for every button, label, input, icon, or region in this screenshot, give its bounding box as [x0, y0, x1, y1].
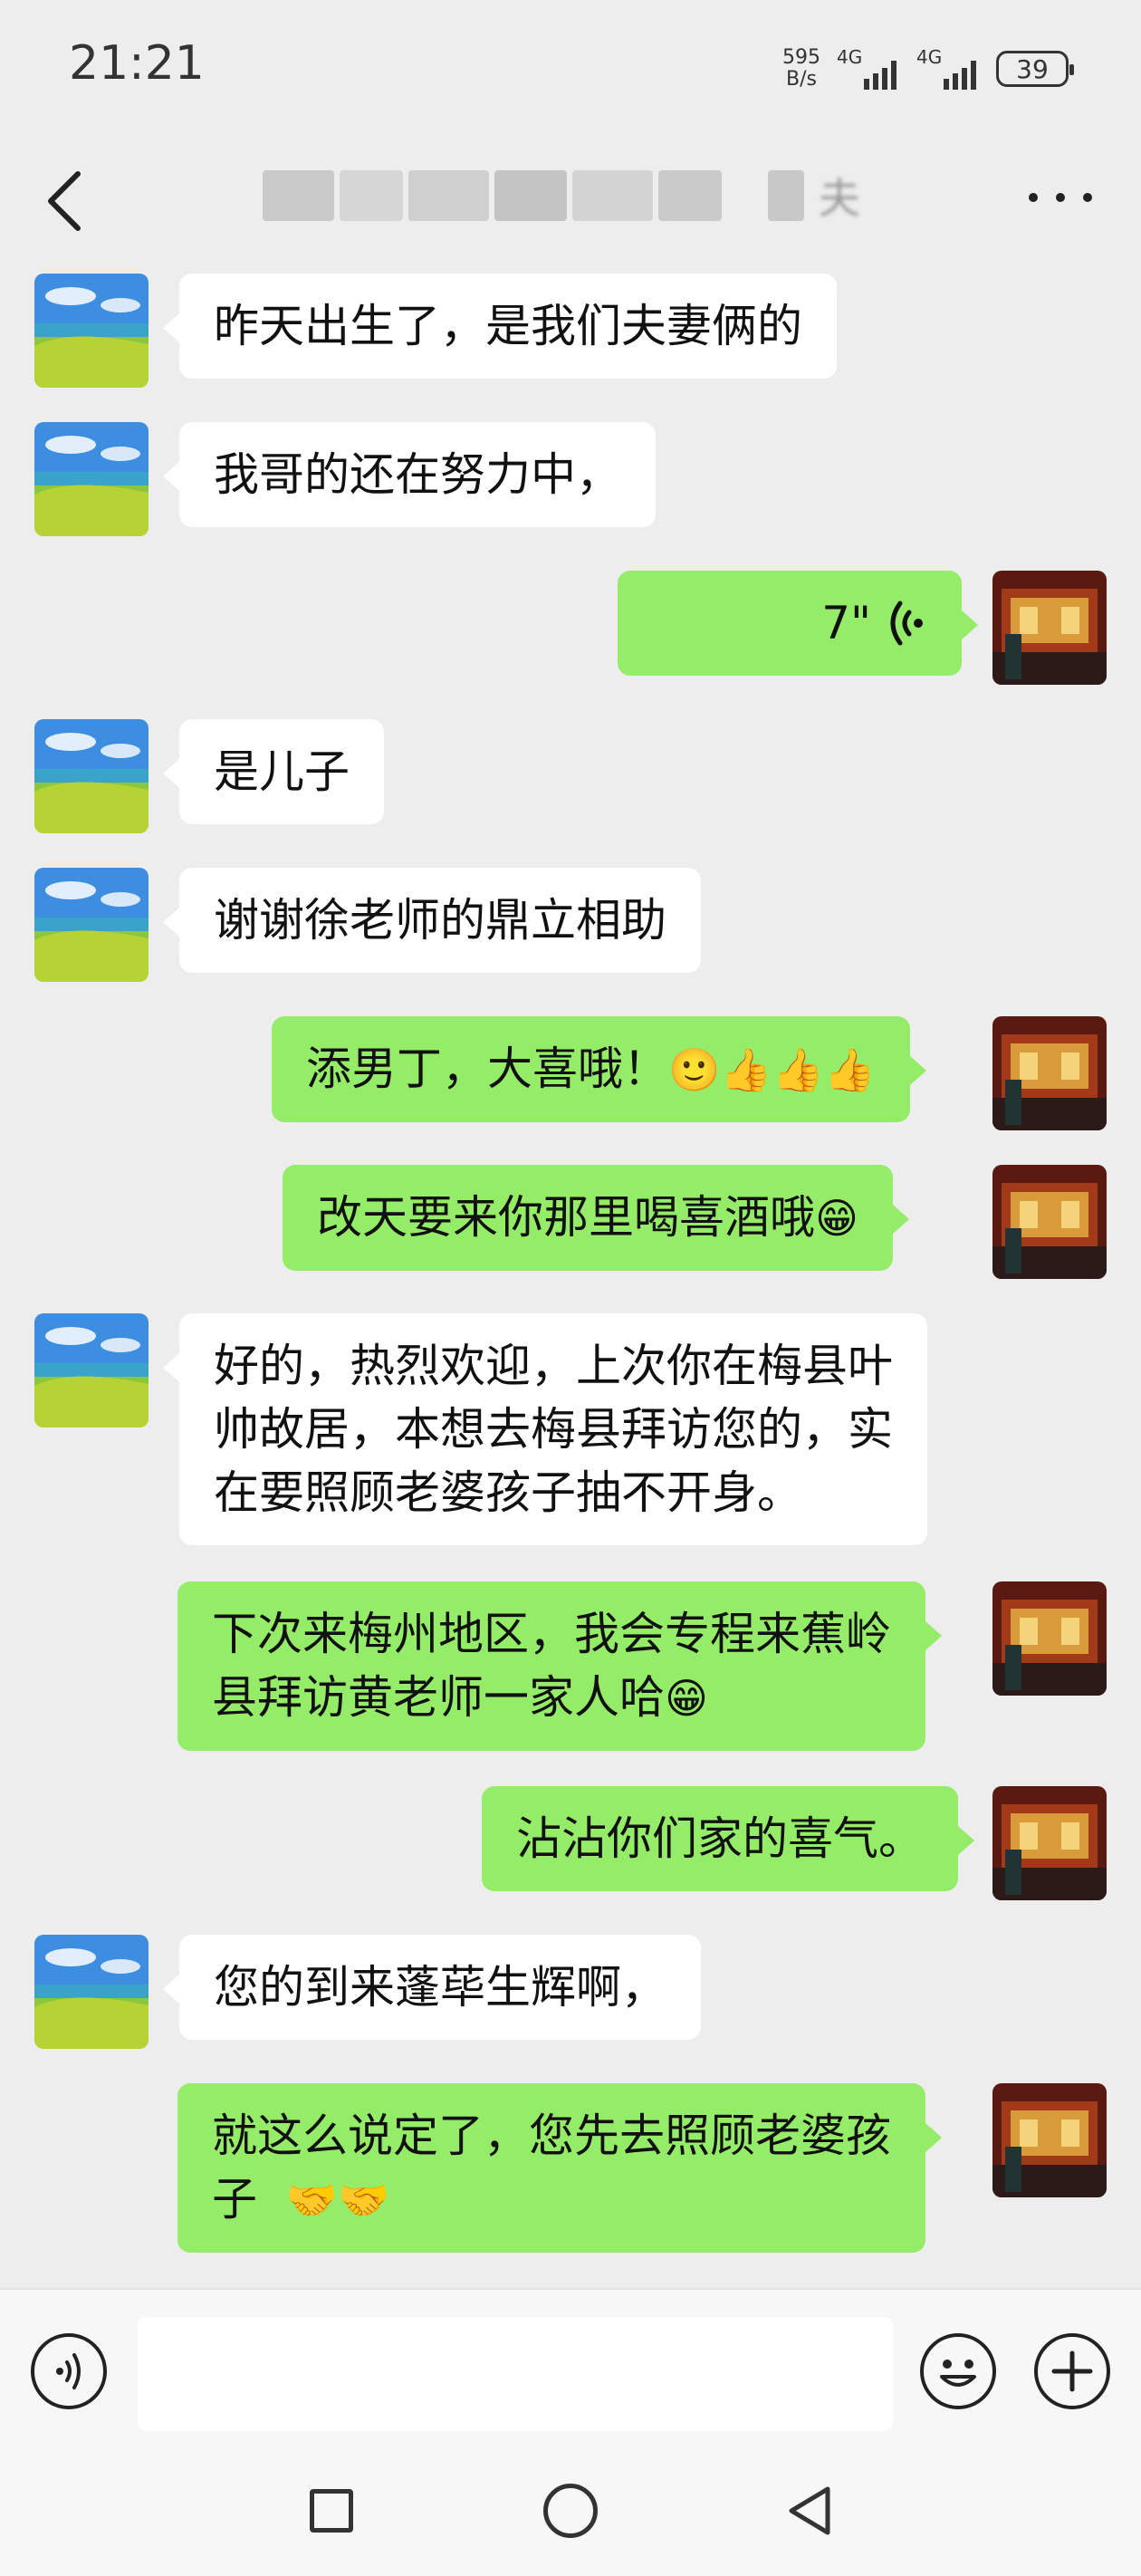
message-bubble-incoming[interactable]: 您的到来蓬荜生辉啊， — [163, 1935, 701, 2040]
voice-wave-icon — [890, 601, 923, 646]
status-bar: 21:21 595 B/s 4G 4G 39 — [0, 0, 1141, 145]
input-bar — [0, 2288, 1141, 2453]
blurred-title-block — [726, 170, 763, 221]
my-avatar[interactable] — [992, 2083, 1107, 2197]
message-bubble-incoming[interactable]: 谢谢徐老师的鼎立相助 — [163, 868, 701, 973]
message-input[interactable] — [138, 2317, 893, 2431]
message-bubble-outgoing[interactable]: 就这么说定了，您先去照顾老婆孩 子 🤝🤝 — [177, 2083, 942, 2253]
message-bubble-incoming[interactable]: 是儿子 — [163, 719, 384, 824]
voice-message-bubble[interactable]: 7" — [618, 571, 978, 676]
blurred-title-block — [340, 170, 403, 221]
emoji-handshake: 🤝🤝 — [285, 2176, 390, 2225]
blurred-title-block — [571, 170, 654, 221]
contact-avatar[interactable] — [34, 1935, 149, 2049]
emoji-smile-thumbs: 🙂👍👍👍 — [668, 1045, 877, 1094]
message-bubble-outgoing[interactable]: 沾沾你们家的喜气。 — [482, 1786, 974, 1891]
signal-icon: 4G — [837, 46, 900, 90]
plus-icon — [1051, 2350, 1093, 2392]
my-avatar[interactable] — [992, 571, 1107, 685]
my-avatar[interactable] — [992, 1016, 1107, 1130]
more-options-icon[interactable] — [1029, 179, 1092, 216]
signal-icon: 4G — [916, 46, 980, 90]
system-nav-bar — [0, 2451, 1141, 2576]
blurred-title-block — [494, 170, 567, 221]
chat-title: 夫 — [263, 165, 860, 226]
contact-avatar[interactable] — [34, 868, 149, 982]
contact-avatar[interactable] — [34, 1313, 149, 1427]
my-avatar[interactable] — [992, 1786, 1107, 1900]
network-speed: 595 B/s — [782, 46, 820, 91]
message-bubble-incoming[interactable]: 我哥的还在努力中， — [163, 422, 656, 527]
back-arrow-icon[interactable] — [40, 165, 91, 237]
message-bubble-outgoing[interactable]: 下次来梅州地区，我会专程来蕉岭 县拜访黄老师一家人哈😁 — [177, 1581, 942, 1751]
my-avatar[interactable] — [992, 1581, 1107, 1696]
recents-button[interactable] — [310, 2489, 353, 2533]
blurred-title-block — [263, 170, 335, 221]
voice-input-button[interactable] — [31, 2333, 107, 2409]
contact-avatar[interactable] — [34, 274, 149, 388]
smiley-icon — [940, 2360, 976, 2387]
message-bubble-outgoing[interactable]: 改天要来你那里喝喜酒哦😁 — [283, 1165, 909, 1271]
emoji-grin: 😁 — [815, 1194, 858, 1243]
voice-icon — [56, 2353, 81, 2389]
blurred-title-block — [658, 170, 722, 221]
status-time: 21:21 — [69, 36, 205, 91]
contact-avatar[interactable] — [34, 719, 149, 833]
voice-duration: 7" — [821, 597, 871, 649]
emoji-button[interactable] — [920, 2333, 996, 2409]
message-bubble-outgoing[interactable]: 添男丁，大喜哦！🙂👍👍👍 — [272, 1016, 927, 1122]
message-bubble-incoming[interactable]: 好的，热烈欢迎，上次你在梅县叶 帅故居，本想去梅县拜访您的，实 在要照顾老婆孩子… — [163, 1313, 927, 1545]
emoji-grin: 😁 — [665, 1674, 708, 1723]
more-functions-button[interactable] — [1034, 2333, 1110, 2409]
battery-icon: 39 — [996, 51, 1074, 87]
message-bubble-incoming[interactable]: 昨天出生了，是我们夫妻俩的 — [163, 274, 837, 379]
status-indicators: 595 B/s 4G 4G 39 — [782, 46, 1074, 91]
home-button[interactable] — [543, 2484, 598, 2538]
back-triangle-icon[interactable] — [782, 2484, 837, 2538]
blurred-title-block — [768, 170, 804, 221]
my-avatar[interactable] — [992, 1165, 1107, 1279]
contact-avatar[interactable] — [34, 422, 149, 536]
chat-header: 夫 — [0, 145, 1141, 263]
blurred-title-block — [408, 170, 490, 221]
